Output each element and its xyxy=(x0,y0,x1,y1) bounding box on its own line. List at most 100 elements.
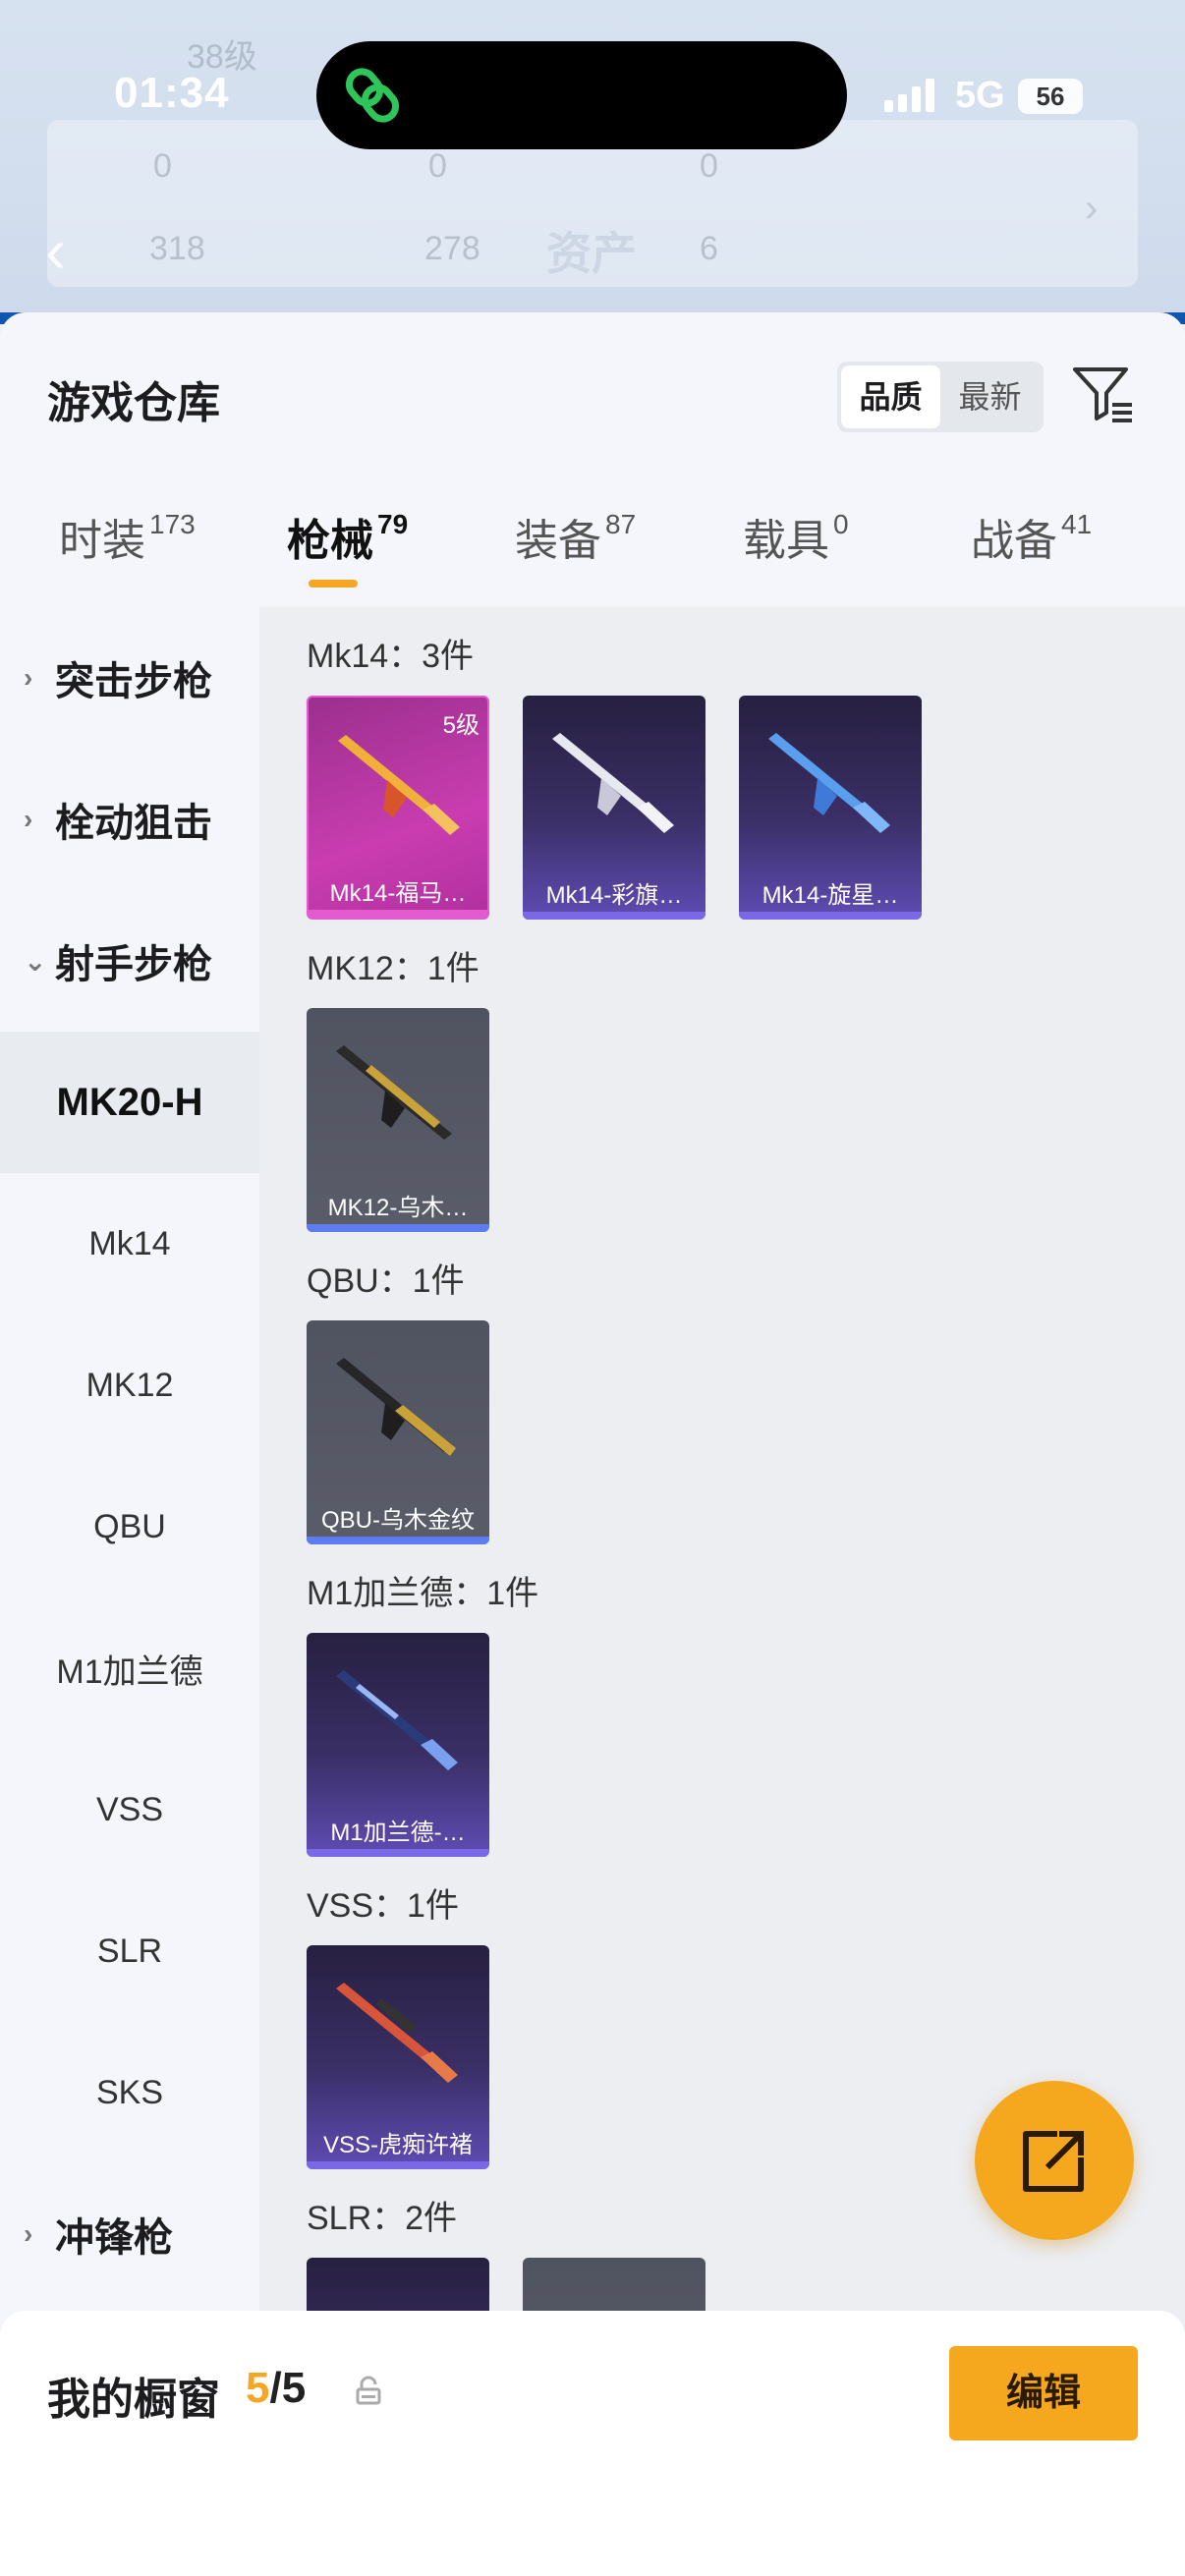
tab-firearms[interactable]: 枪械 79 xyxy=(287,505,408,568)
tab-label: 战备 xyxy=(971,517,1057,565)
tab-count: 87 xyxy=(605,509,637,540)
nav-item-qbu[interactable]: QBU xyxy=(0,1456,259,1597)
weapon-card[interactable]: 5级 Mk14-福马… xyxy=(307,696,489,920)
nav-item-vss[interactable]: VSS xyxy=(0,1739,259,1880)
showcase-count-total: /5 xyxy=(269,2364,307,2412)
weapon-name: MK12-乌木… xyxy=(327,1195,469,1221)
sort-newest-option[interactable]: 最新 xyxy=(940,365,1040,428)
nav-group-label: 栓动狙击 xyxy=(55,802,212,845)
nav-group-label: 突击步枪 xyxy=(55,660,212,703)
share-button[interactable] xyxy=(975,2081,1134,2240)
chevron-right-icon: › xyxy=(24,804,33,834)
nav-item-mk12[interactable]: MK12 xyxy=(0,1315,259,1456)
network-type: 5G xyxy=(955,75,1005,116)
share-out-icon xyxy=(1023,2131,1084,2192)
showcase-label: 我的橱窗 xyxy=(47,2376,220,2424)
nav-item-mk20h[interactable]: MK20-H xyxy=(0,1032,259,1173)
nav-item-m1-garand[interactable]: M1加兰德 xyxy=(0,1597,259,1739)
warehouse-sheet: 游戏仓库 品质 最新 时装 173 枪械 79 装备 87 载具 0 战备 41 › 突击步… xyxy=(0,312,1185,2576)
nav-group-label: 冲锋枪 xyxy=(55,2216,173,2260)
weapon-name: VSS-虎痴许褚 xyxy=(322,2132,473,2158)
rifle-icon xyxy=(552,733,674,833)
chevron-right-icon: › xyxy=(1085,187,1099,230)
tab-label: 载具 xyxy=(743,517,829,565)
showcase-bar: 我的橱窗 5/5 编辑 xyxy=(0,2311,1185,2576)
tab-vehicles[interactable]: 载具 0 xyxy=(743,505,849,568)
page-title: 游戏仓库 xyxy=(47,379,220,427)
bg-stat: 6 xyxy=(700,230,718,267)
weapon-name: M1加兰德-… xyxy=(330,1820,466,1846)
group-title-slr: SLR：2件 xyxy=(307,2200,458,2237)
weapon-card[interactable]: VSS-虎痴许褚 xyxy=(307,1945,489,2169)
bg-stat: 318 xyxy=(149,230,205,267)
tab-count: 0 xyxy=(833,509,849,540)
group-title-qbu: QBU：1件 xyxy=(307,1262,465,1300)
rifle-icon xyxy=(336,1358,456,1456)
dynamic-island xyxy=(316,41,847,149)
weapon-name: Mk14-旋星… xyxy=(762,882,899,909)
nav-item-sks[interactable]: SKS xyxy=(0,2022,259,2163)
weapon-card[interactable]: M1加兰德-… xyxy=(307,1633,489,1857)
rarity-bar xyxy=(307,1224,489,1232)
tab-label: 装备 xyxy=(515,517,601,565)
nav-group-smg[interactable]: › 冲锋枪 xyxy=(0,2163,259,2305)
tab-count: 79 xyxy=(377,509,409,540)
showcase-count: 5/5 xyxy=(246,2364,306,2413)
weapon-card[interactable]: Mk14-彩旗… xyxy=(523,696,705,920)
rarity-bar xyxy=(739,912,922,920)
active-tab-indicator xyxy=(309,580,358,588)
rifle-icon xyxy=(336,1670,458,1770)
rarity-bar xyxy=(307,1849,489,1857)
chevron-right-icon: › xyxy=(24,2218,33,2249)
group-title-m1-garand: M1加兰德：1件 xyxy=(307,1575,539,1612)
weapon-grid: Mk14：3件 5级 Mk14-福马… Mk14-彩旗… Mk14-旋星… MK… xyxy=(259,607,1185,2576)
back-arrow-icon[interactable]: ‹ xyxy=(45,214,66,287)
nav-group-marksman-rifle[interactable]: ⌄ 射手步枪 xyxy=(0,890,259,1032)
tab-count: 41 xyxy=(1061,509,1093,540)
weapon-name: Mk14-福马… xyxy=(329,880,467,907)
rarity-bar xyxy=(309,910,487,918)
chevron-right-icon: › xyxy=(24,662,33,693)
bg-stat: 0 xyxy=(153,147,172,185)
tab-equipment[interactable]: 装备 87 xyxy=(515,505,636,568)
nav-item-mk14[interactable]: Mk14 xyxy=(0,1173,259,1315)
weapon-card[interactable]: Mk14-旋星… xyxy=(739,696,922,920)
chevron-down-icon: ⌄ xyxy=(24,945,47,977)
tab-label: 时装 xyxy=(59,517,145,565)
nav-group-bolt-sniper[interactable]: › 栓动狙击 xyxy=(0,749,259,890)
edit-button[interactable]: 编辑 xyxy=(949,2346,1138,2440)
status-time: 01:34 xyxy=(114,69,230,117)
bg-stat: 278 xyxy=(424,230,480,267)
tab-fashion[interactable]: 时装 173 xyxy=(59,505,196,568)
sort-quality-option[interactable]: 品质 xyxy=(841,365,940,428)
bg-stat: 0 xyxy=(700,147,718,185)
nav-item-slr[interactable]: SLR xyxy=(0,1880,259,2022)
tab-label: 枪械 xyxy=(287,517,373,565)
rifle-icon xyxy=(338,735,460,835)
rarity-bar xyxy=(307,2161,489,2169)
bg-asset-title: 资产 xyxy=(546,228,637,279)
group-title-mk12: MK12：1件 xyxy=(307,950,480,987)
tab-count: 173 xyxy=(149,509,196,540)
weapon-category-nav: › 突击步枪 › 栓动狙击 ⌄ 射手步枪 MK20-H Mk14 MK12 QBU M… xyxy=(0,607,259,2576)
bg-stat: 0 xyxy=(428,147,447,185)
rifle-icon xyxy=(336,1045,452,1140)
weapon-card[interactable]: MK12-乌木… xyxy=(307,1008,489,1232)
group-title-vss: VSS：1件 xyxy=(307,1887,459,1925)
category-tabs: 时装 173 枪械 79 装备 87 载具 0 战备 41 xyxy=(0,505,1185,603)
filter-icon[interactable] xyxy=(1069,360,1138,428)
lock-icon[interactable] xyxy=(354,2376,383,2407)
rifle-icon xyxy=(336,1983,458,2083)
sort-toggle: 品质 最新 xyxy=(837,362,1044,432)
link-app-icon xyxy=(345,68,400,123)
weapon-card[interactable]: QBU-乌木金纹 xyxy=(307,1320,489,1544)
signal-icon xyxy=(884,79,934,112)
rarity-bar xyxy=(307,1537,489,1544)
weapon-name: Mk14-彩旗… xyxy=(545,882,683,909)
weapon-name: QBU-乌木金纹 xyxy=(321,1507,475,1534)
tab-gear[interactable]: 战备 41 xyxy=(971,505,1092,568)
showcase-count-current: 5 xyxy=(246,2364,270,2412)
battery-icon: 56 xyxy=(1018,79,1083,114)
nav-group-label: 射手步枪 xyxy=(55,943,212,986)
nav-group-assault-rifle[interactable]: › 突击步枪 xyxy=(0,607,259,749)
